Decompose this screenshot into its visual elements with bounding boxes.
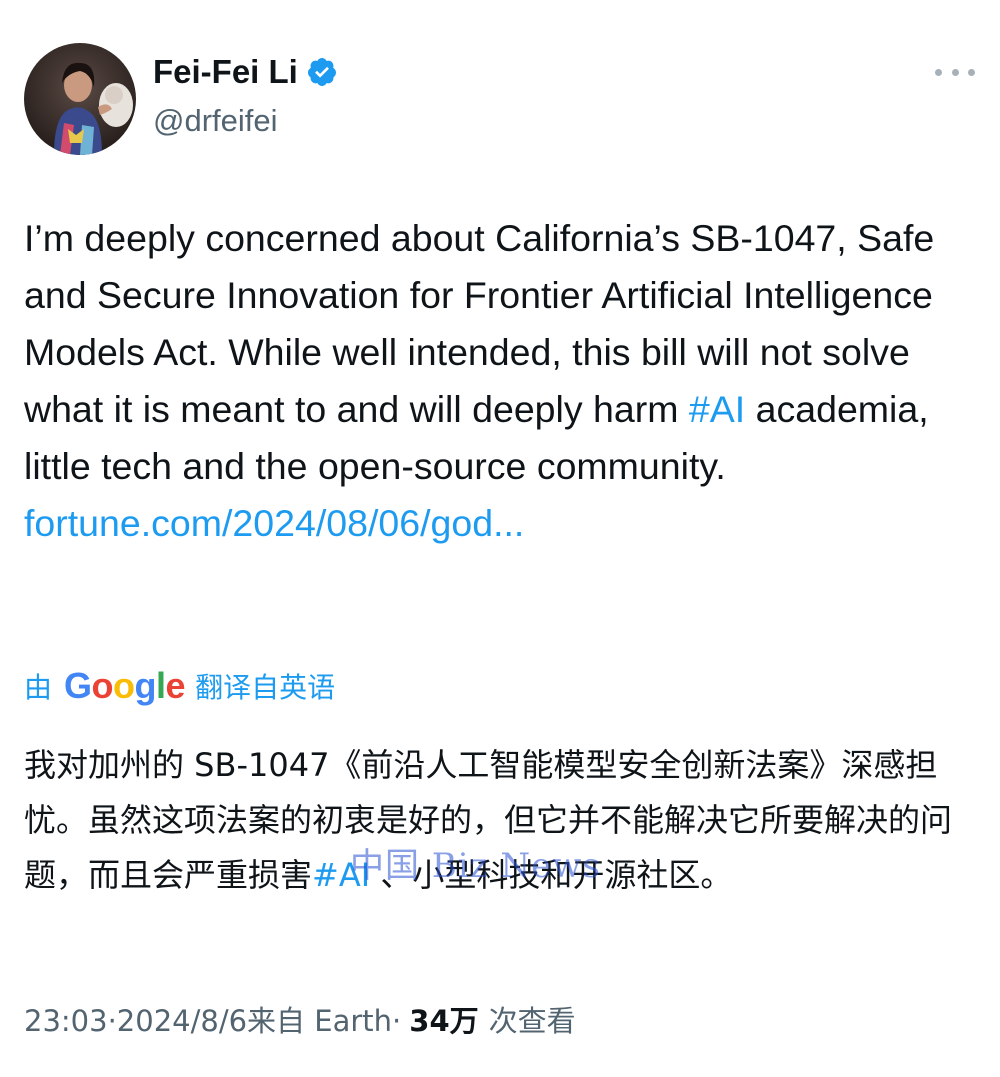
avatar-photo-icon (24, 43, 136, 155)
google-logo: Google (64, 665, 186, 706)
meta-separator: · (392, 1004, 402, 1038)
more-dot-icon (935, 68, 942, 76)
translation-suffix: 翻译自英语 (195, 671, 336, 704)
more-dot-icon (951, 68, 959, 76)
meta-separator: · (107, 1004, 117, 1038)
article-link[interactable]: fortune.com/2024/08/06/god... (24, 502, 524, 544)
tweet-text: I’m deeply concerned about California’s … (24, 210, 979, 552)
view-count-label: 次查看 (488, 1004, 576, 1038)
user-handle[interactable]: @drfeifei (153, 102, 278, 140)
tweet-meta: 23:03 · 2024/8/6 来自 Earth · 34万 次查看 (24, 1001, 576, 1041)
tweet-source: 来自 Earth (247, 1004, 393, 1038)
display-name[interactable]: Fei-Fei Li (153, 52, 338, 92)
verified-badge-icon (307, 58, 336, 86)
translation-prefix: 由 (24, 671, 53, 704)
more-options-button[interactable] (935, 62, 975, 82)
display-name-text: Fei-Fei Li (153, 53, 298, 90)
translation-attribution[interactable]: 由 Google 翻译自英语 (24, 661, 335, 711)
tweet-time[interactable]: 23:03 (24, 1001, 108, 1041)
tweet-card: Fei-Fei Li @drfeifei I’m deeply concerne… (0, 0, 1000, 1077)
view-count: 34万 (409, 1004, 479, 1038)
tweet-date[interactable]: 2024/8/6 (117, 1001, 247, 1041)
watermark: 中国 Biz News (350, 846, 601, 886)
hashtag-ai-link[interactable]: #AI (689, 388, 745, 430)
avatar[interactable] (24, 43, 136, 155)
more-dot-icon (968, 68, 975, 76)
